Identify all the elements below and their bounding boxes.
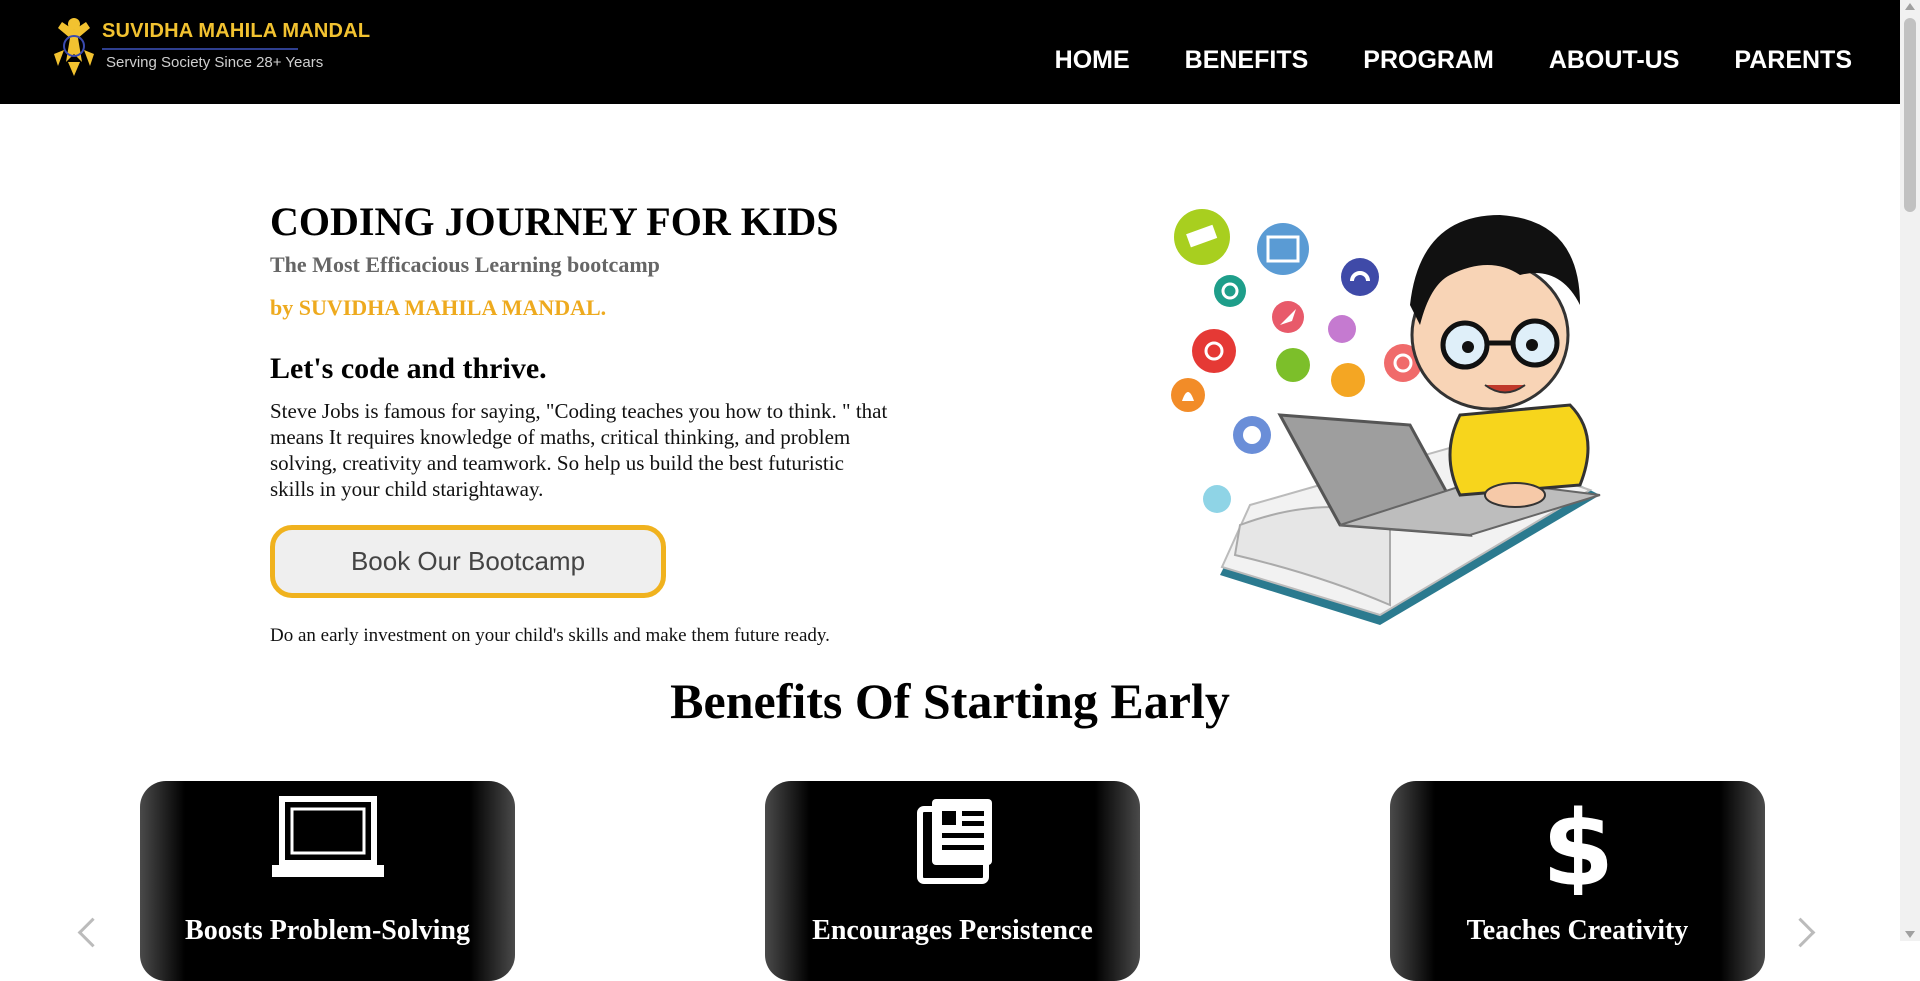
newspaper-icon [916, 799, 992, 884]
carousel-next-icon[interactable] [1785, 917, 1816, 948]
benefit-card-problem-solving[interactable]: Boosts Problem-Solving [140, 781, 515, 981]
nav-home[interactable]: HOME [1055, 46, 1130, 75]
book-bootcamp-button[interactable]: Book Our Bootcamp [270, 525, 666, 598]
benefit-card-label: Teaches Creativity [1466, 915, 1689, 946]
hero-heading: Let's code and thrive. [270, 352, 547, 385]
hero-subtitle: The Most Efficacious Learning bootcamp [270, 252, 660, 277]
logo-title: SUVIDHA MAHILA MANDAL [102, 20, 371, 42]
page-scrollbar[interactable] [1900, 0, 1920, 941]
nav-about-us[interactable]: ABOUT-US [1549, 46, 1680, 75]
cta-note: Do an early investment on your child's s… [270, 625, 830, 646]
header-bar: SUVIDHA MAHILA MANDAL Serving Society Si… [0, 0, 1900, 104]
carousel-prev-icon[interactable] [77, 917, 108, 948]
benefit-card-persistence[interactable]: Encourages Persistence [765, 781, 1140, 981]
benefit-card-label: Boosts Problem-Solving [185, 915, 470, 946]
benefits-title: Benefits Of Starting Early [670, 673, 1230, 729]
hero-by-line: by SUVIDHA MAHILA MANDAL. [270, 295, 607, 320]
logo-emblem-icon [54, 18, 94, 76]
logo-tagline: Serving Society Since 28+ Years [106, 54, 324, 71]
main-nav: HOME BENEFITS PROGRAM ABOUT-US PARENTS [1000, 46, 1852, 75]
svg-text:$: $ [1541, 795, 1613, 895]
scroll-thumb[interactable] [1904, 18, 1916, 212]
kid-coding-illustration [1171, 209, 1601, 625]
nav-parents[interactable]: PARENTS [1734, 46, 1852, 75]
hero-title: CODING JOURNEY FOR KIDS [270, 199, 839, 244]
benefit-card-creativity[interactable]: $ Teaches Creativity [1390, 781, 1765, 981]
benefit-card-label: Encourages Persistence [812, 915, 1093, 946]
scroll-up-arrow-icon[interactable] [1905, 3, 1915, 10]
nav-program[interactable]: PROGRAM [1363, 46, 1494, 75]
logo[interactable]: SUVIDHA MAHILA MANDAL Serving Society Si… [48, 14, 370, 84]
nav-benefits[interactable]: BENEFITS [1185, 46, 1309, 75]
hero-paragraph: Steve Jobs is famous for saying, "Coding… [270, 399, 888, 501]
logo-divider [102, 48, 298, 50]
laptop-icon [271, 796, 384, 877]
scroll-down-arrow-icon[interactable] [1905, 931, 1915, 938]
dollar-icon: $ [1541, 795, 1613, 895]
